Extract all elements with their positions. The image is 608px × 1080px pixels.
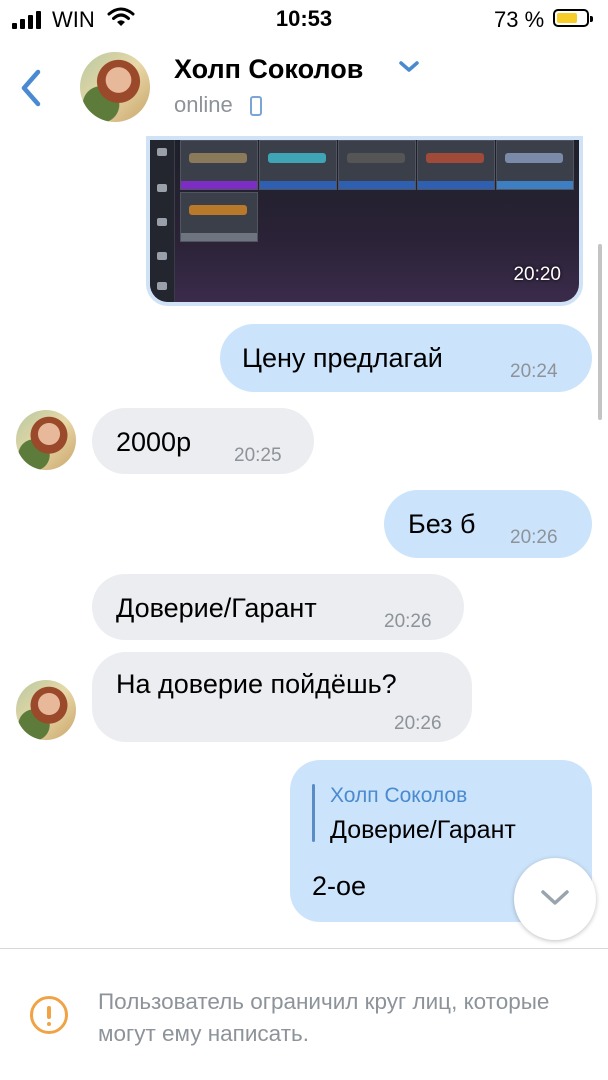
reply-quoted-text[interactable]: Доверие/Гарант [330,814,516,846]
message-text: Доверие/Гарант [116,593,317,623]
scrollbar[interactable] [598,244,602,420]
message-time: 20:26 [384,611,432,632]
message-text: 2-ое [312,871,367,901]
presence-status: online [174,92,233,117]
sender-avatar[interactable] [16,680,76,740]
reply-author[interactable]: Холп Соколов [330,780,467,812]
warning-icon [30,996,68,1034]
mobile-phone-icon [250,96,262,116]
chat-header: Холп Соколов online [0,40,608,136]
message-text: Без б [408,509,476,539]
incoming-message[interactable]: 2000р 20:25 [92,408,314,474]
battery-icon [553,9,593,27]
dropdown-chevron-icon[interactable] [398,60,420,74]
photo-sidebar [150,140,175,302]
scroll-down-button[interactable] [514,858,596,940]
reply-quote-bar [312,784,315,842]
photo-item [338,140,416,190]
outgoing-message[interactable]: Цену предлагай 20:24 [220,324,592,392]
photo-item [496,140,574,190]
battery-percent: 73 % [494,7,545,32]
message-list[interactable]: 20:20 Цену предлагай 20:24 2000р 20:25 Б… [0,136,608,948]
contact-avatar[interactable] [80,52,150,122]
message-time: 20:26 [510,527,558,548]
message-text: 2000р [116,427,192,457]
sender-avatar[interactable] [16,410,76,470]
photo-item [180,140,258,190]
photo-timestamp: 20:20 [513,264,561,285]
photo-item [180,192,258,242]
message-time: 20:24 [510,361,558,382]
restriction-notice: Пользователь ограничил круг лиц, которые… [98,989,550,1046]
message-text: Цену предлагай [242,343,443,373]
message-time: 20:25 [234,445,282,466]
chevron-down-icon [541,890,569,905]
incoming-message[interactable]: Доверие/Гарант 20:26 [92,574,464,640]
photo-item [417,140,495,190]
photo-item [259,140,337,190]
photo-message[interactable]: 20:20 [146,136,583,306]
message-time: 20:26 [394,713,442,734]
incoming-message[interactable]: На доверие пойдёшь? 20:26 [92,652,472,742]
contact-name[interactable]: Холп Соколов [174,54,363,85]
divider [0,948,608,949]
message-text: На доверие пойдёшь? [116,669,397,699]
status-bar: WIN 10:53 73 % [0,0,608,40]
photo-image: 20:20 [150,140,579,302]
back-chevron-icon[interactable] [12,62,52,114]
outgoing-message[interactable]: Без б 20:26 [384,490,592,558]
